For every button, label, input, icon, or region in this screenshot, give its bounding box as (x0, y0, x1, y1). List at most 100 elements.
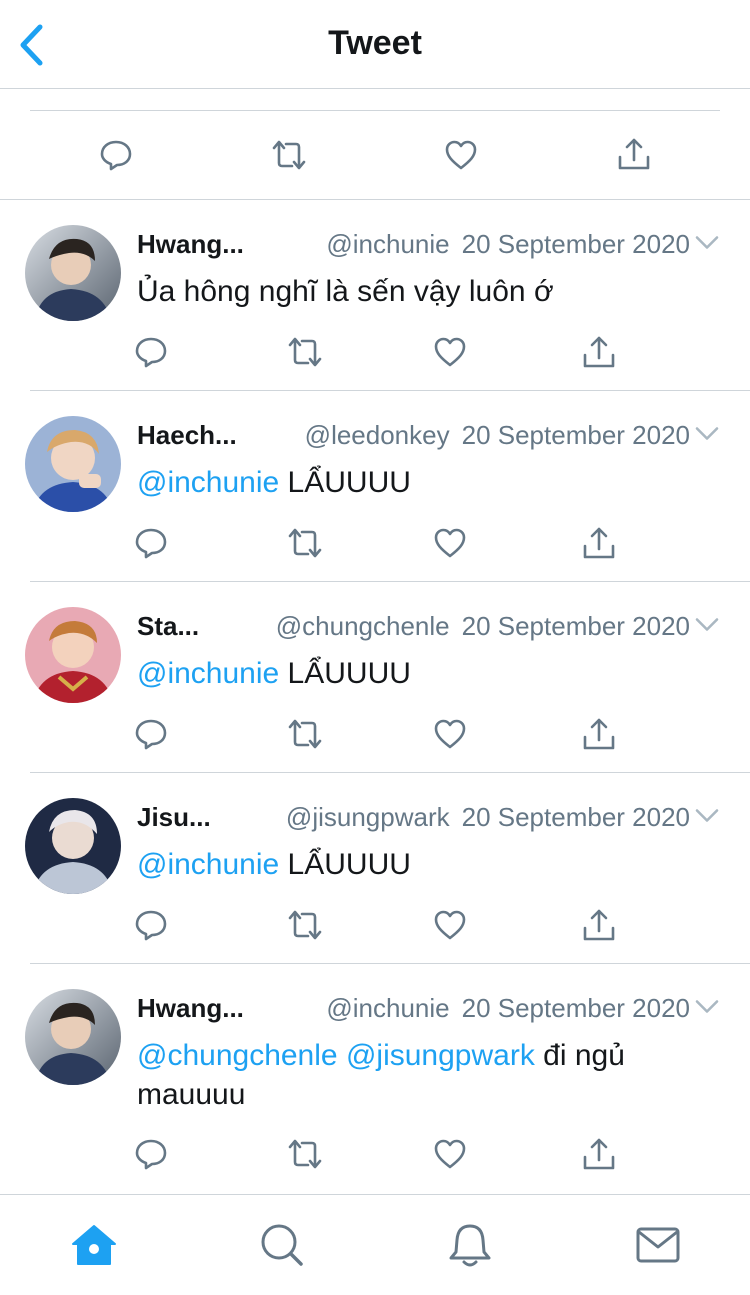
author-name[interactable]: Sta... (137, 611, 199, 642)
notifications-icon (449, 1224, 491, 1267)
share-button[interactable] (579, 905, 619, 945)
retweet-button[interactable] (285, 905, 325, 945)
share-button[interactable] (579, 523, 619, 563)
retweet-button[interactable] (267, 133, 311, 177)
reply-item[interactable]: Haech... @leedonkey 20 September 2020 @i… (0, 391, 750, 582)
tab-messages[interactable] (634, 1221, 682, 1269)
divider (30, 110, 720, 111)
share-icon (616, 136, 652, 172)
tweet-text: Ủa hông nghĩ là sến vậy luôn ớ (137, 272, 690, 311)
chevron-down-icon (694, 805, 720, 826)
avatar[interactable] (25, 416, 121, 512)
reply-list: Hwang... @inchunie 20 September 2020 Ủa … (0, 200, 750, 1194)
tweet-text: @chungchenle @jisungpwark đi ngủ mauuuu (137, 1036, 690, 1114)
mention-link[interactable]: @inchunie (137, 848, 279, 881)
author-name[interactable]: Haech... (137, 420, 237, 451)
author-handle[interactable]: @jisungpwark (286, 802, 450, 833)
mention-link[interactable]: @inchunie (137, 657, 279, 690)
search-icon (261, 1224, 303, 1266)
page-title: Tweet (328, 24, 422, 62)
author-name[interactable]: Hwang... (137, 993, 244, 1024)
tab-search[interactable] (258, 1221, 306, 1269)
author-handle[interactable]: @inchunie (326, 993, 449, 1024)
reply-item[interactable]: Sta... @chungchenle 20 September 2020 @i… (0, 582, 750, 773)
tweet-text-segment: LẨUUUU (279, 466, 411, 499)
tab-notifications[interactable] (446, 1221, 494, 1269)
like-button[interactable] (430, 332, 470, 372)
mention-link[interactable]: @jisungpwark (346, 1039, 535, 1072)
author-name[interactable]: Hwang... (137, 229, 244, 260)
like-button[interactable] (430, 1134, 470, 1174)
share-icon (581, 907, 617, 943)
mention-link[interactable]: @chungchenle (137, 1039, 338, 1072)
tab-home[interactable] (70, 1221, 118, 1269)
more-options-button[interactable] (694, 423, 720, 445)
share-button[interactable] (579, 332, 619, 372)
reply-icon (134, 1137, 168, 1171)
retweet-icon (286, 906, 324, 944)
reply-item[interactable]: Hwang... @inchunie 20 September 2020 @ch… (0, 964, 750, 1194)
reply-button[interactable] (131, 523, 171, 563)
share-icon (581, 334, 617, 370)
avatar[interactable] (25, 607, 121, 703)
retweet-button[interactable] (285, 714, 325, 754)
share-icon (581, 525, 617, 561)
reply-item[interactable]: Jisu... @jisungpwark 20 September 2020 @… (0, 773, 750, 964)
author-name[interactable]: Jisu... (137, 802, 211, 833)
mention-link[interactable]: @inchunie (137, 466, 279, 499)
like-button[interactable] (439, 133, 483, 177)
reply-icon (134, 717, 168, 751)
reply-button[interactable] (94, 133, 138, 177)
tweet-text-segment: LẨUUUU (279, 657, 411, 690)
retweet-icon (286, 333, 324, 371)
reply-button[interactable] (131, 1134, 171, 1174)
share-button[interactable] (612, 132, 656, 176)
author-handle[interactable]: @leedonkey (305, 420, 450, 451)
timestamp: 20 September 2020 (461, 801, 690, 832)
share-icon (581, 1136, 617, 1172)
more-options-button[interactable] (694, 996, 720, 1018)
tweet-text: @inchunie LẨUUUU (137, 845, 690, 884)
retweet-icon (286, 524, 324, 562)
reply-button[interactable] (131, 332, 171, 372)
reply-button[interactable] (131, 905, 171, 945)
author-handle[interactable]: @chungchenle (276, 611, 450, 642)
avatar[interactable] (25, 225, 121, 321)
reply-icon (134, 908, 168, 942)
share-button[interactable] (579, 1134, 619, 1174)
chevron-down-icon (694, 232, 720, 253)
retweet-button[interactable] (285, 523, 325, 563)
heart-icon (433, 908, 467, 942)
like-button[interactable] (430, 905, 470, 945)
heart-icon (444, 138, 478, 172)
avatar[interactable] (25, 798, 121, 894)
timestamp: 20 September 2020 (461, 992, 690, 1023)
timestamp: 20 September 2020 (461, 419, 690, 450)
reply-item[interactable]: Hwang... @inchunie 20 September 2020 Ủa … (0, 200, 750, 391)
tweet-text: @inchunie LẨUUUU (137, 654, 690, 693)
reply-button[interactable] (131, 714, 171, 754)
retweet-icon (286, 715, 324, 753)
heart-icon (433, 335, 467, 369)
avatar[interactable] (25, 989, 121, 1085)
reply-icon (134, 526, 168, 560)
reply-icon (99, 138, 133, 172)
reply-meta: Sta... @chungchenle 20 September 2020 (137, 608, 690, 644)
retweet-button[interactable] (285, 332, 325, 372)
like-button[interactable] (430, 714, 470, 754)
reply-meta: Hwang... @inchunie 20 September 2020 (137, 990, 690, 1026)
retweet-button[interactable] (285, 1134, 325, 1174)
more-options-button[interactable] (694, 232, 720, 254)
tab-bar (0, 1194, 750, 1295)
home-icon (72, 1225, 116, 1265)
more-options-button[interactable] (694, 614, 720, 636)
tweet-text-segment: LẨUUUU (279, 848, 411, 881)
chevron-down-icon (694, 996, 720, 1017)
more-options-button[interactable] (694, 805, 720, 827)
retweet-icon (270, 136, 308, 174)
main-tweet-actions (0, 88, 750, 200)
like-button[interactable] (430, 523, 470, 563)
author-handle[interactable]: @inchunie (326, 229, 449, 260)
timestamp: 20 September 2020 (461, 228, 690, 259)
share-button[interactable] (579, 714, 619, 754)
